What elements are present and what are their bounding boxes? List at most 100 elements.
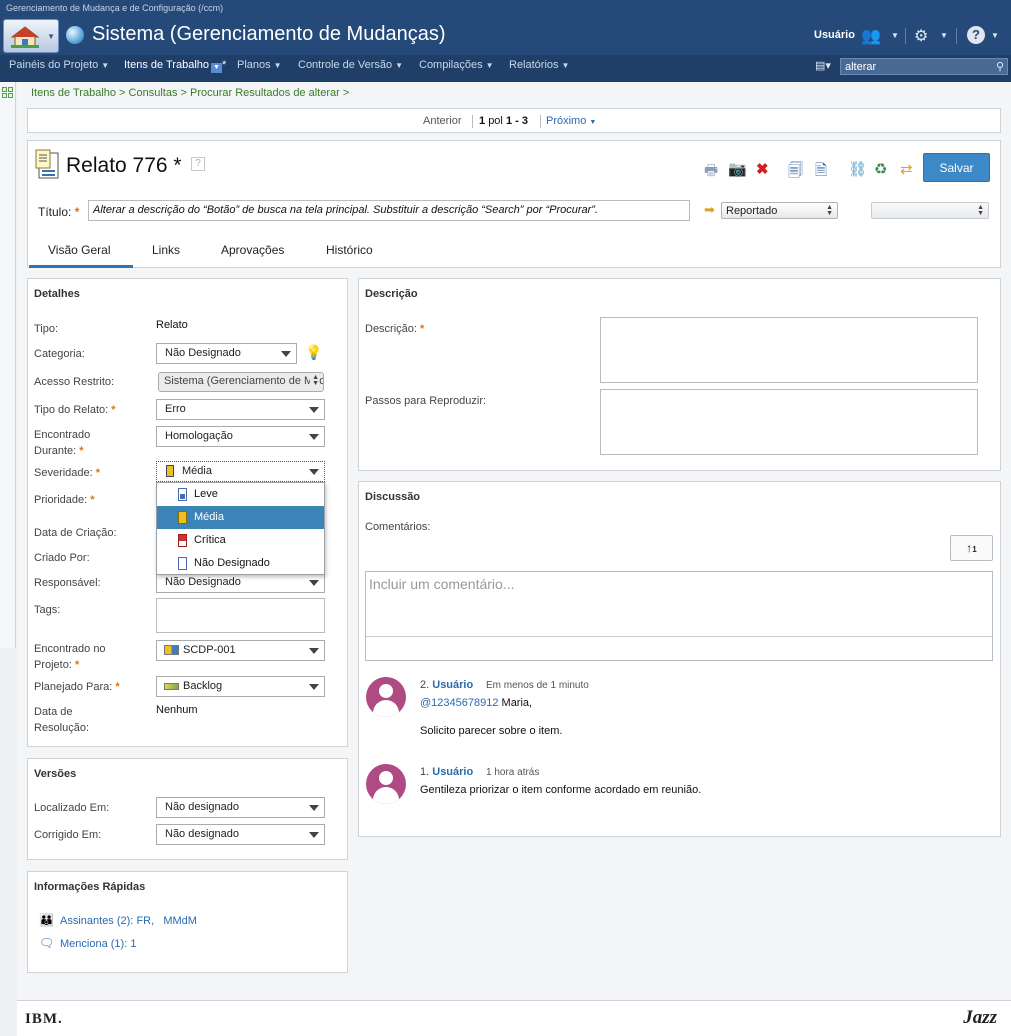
severity-option-nao-designado[interactable]: Não Designado [157, 552, 324, 575]
search-icon[interactable]: ⚲ [996, 60, 1004, 73]
find-icon[interactable]: 🗐 [788, 160, 803, 185]
chevron-down-icon [309, 407, 319, 413]
tab-links[interactable]: Links [152, 243, 180, 257]
jazz-logo: Jazz [963, 1007, 997, 1028]
field-label: Localizado Em: [34, 802, 110, 814]
copy-icon[interactable]: 🗎 [815, 160, 827, 185]
found-in-select[interactable]: Não designado [156, 797, 325, 818]
user-menu-label[interactable]: Usuário [814, 29, 855, 41]
users-icon[interactable]: 👥 [861, 26, 881, 46]
restricted-access-select[interactable]: Sistema (Gerenciamento de Mudanças)▲▼ [158, 372, 324, 392]
nav-item-itens-trabalho[interactable]: Itens de Trabalho ▼ * [124, 59, 226, 73]
pager-next[interactable]: Próximo ▼ [546, 115, 596, 127]
comment-input[interactable]: Incluir um comentário... [365, 571, 993, 661]
chevron-down-icon: ▼ [395, 61, 404, 70]
comment-author[interactable]: Usuário [432, 766, 473, 778]
chevron-down-icon: ▼ [589, 119, 597, 126]
report-type-select[interactable]: Erro [156, 399, 325, 420]
title-field[interactable]: Alterar a descrição do “Botão” de busca … [88, 200, 690, 221]
title-label-text: Título: [38, 205, 72, 219]
tab-aprovacoes[interactable]: Aprovações [221, 243, 284, 257]
breadcrumb[interactable]: Itens de Trabalho > Consultas > Procurar… [31, 87, 349, 99]
sort-comments-button[interactable]: ↑1 [950, 535, 993, 561]
home-menu-button[interactable]: ▼ [3, 19, 59, 53]
planned-for-select[interactable]: Backlog [156, 676, 325, 697]
field-label: Criado Por: [34, 552, 90, 564]
comment-placeholder: Incluir um comentário... [369, 576, 515, 592]
option-label: Leve [194, 488, 218, 500]
field-label: Planejado Para: * [34, 679, 120, 695]
field-label: Prioridade: * [34, 492, 95, 508]
title-label: Título: * [38, 205, 79, 219]
chevron-down-icon[interactable]: ▼ [211, 63, 223, 73]
found-during-select[interactable]: Homologação [156, 426, 325, 447]
state-value: Reportado [726, 205, 778, 217]
severity-medium-icon [178, 511, 187, 524]
select-value: Não designado [165, 828, 240, 840]
nav-item-controle-versao[interactable]: Controle de Versão ▼ [298, 59, 403, 71]
save-button[interactable]: Salvar [923, 153, 990, 182]
category-lightbulb-icon[interactable]: 💡 [305, 344, 322, 361]
action-select[interactable]: ▲ ▼ [871, 202, 989, 219]
divider [366, 636, 992, 637]
severity-dropdown-list: Leve Média Crítica Não Designado [156, 482, 325, 575]
tab-historico[interactable]: Histórico [326, 243, 373, 257]
field-label-text: Tipo do Relato: [34, 404, 109, 416]
search-input[interactable] [843, 59, 983, 74]
tags-input[interactable] [156, 598, 325, 633]
state-select[interactable]: Reportado ▲ ▼ [721, 202, 838, 219]
nav-item-label: Controle de Versão [298, 59, 393, 71]
nav-item-paineis[interactable]: Painéis do Projeto ▼ [9, 59, 109, 71]
severity-select[interactable]: Média [156, 461, 325, 482]
found-in-project-select[interactable]: SCDP-001 [156, 640, 325, 661]
required-marker: * [111, 404, 116, 416]
home-icon [10, 26, 40, 48]
field-label: Corrigido Em: [34, 829, 102, 841]
chevron-down-icon [309, 469, 319, 475]
category-select[interactable]: Não Designado [156, 343, 297, 364]
help-icon[interactable]: ? [967, 26, 985, 44]
print-icon[interactable]: 🖶 [704, 160, 718, 185]
chevron-down-icon[interactable]: ▼ [940, 31, 948, 40]
nav-item-relatorios[interactable]: Relatórios ▼ [509, 59, 569, 71]
description-input[interactable] [600, 317, 978, 383]
subscribers-link[interactable]: Assinantes (2): FR, MMdM [60, 915, 197, 927]
severity-option-media[interactable]: Média [157, 506, 324, 529]
section-title: Discussão [365, 491, 421, 503]
field-label: Categoria: [34, 348, 85, 360]
select-value: Média [182, 465, 212, 477]
gear-icon[interactable]: ⚙ [914, 26, 928, 46]
comment-author[interactable]: Usuário [432, 679, 473, 691]
chevron-down-icon[interactable]: ▼ [891, 31, 899, 40]
nav-item-compilacoes[interactable]: Compilações ▼ [419, 59, 494, 71]
comment-number: 2. [420, 679, 430, 691]
refresh-icon[interactable]: ♻ [874, 160, 887, 178]
subscriber-name[interactable]: FR, [136, 915, 154, 927]
mention-link[interactable]: @12345678912 [420, 697, 498, 709]
required-marker: * [79, 445, 84, 457]
comment-number: 1. [420, 766, 430, 778]
chevron-down-icon[interactable]: ▼ [991, 31, 999, 40]
steps-to-reproduce-input[interactable] [600, 389, 978, 455]
help-icon[interactable]: ? [191, 157, 205, 171]
sync-icon[interactable]: ⇄ [900, 160, 913, 178]
mini-dashboard-icon[interactable] [2, 87, 14, 99]
fixed-in-select[interactable]: Não designado [156, 824, 325, 845]
camera-icon[interactable]: 📷 [728, 160, 747, 178]
severity-option-critica[interactable]: Crítica [157, 529, 324, 552]
severity-option-leve[interactable]: Leve [157, 483, 324, 506]
mentions-label: Menciona (1): [60, 938, 128, 950]
select-value: Backlog [183, 680, 223, 692]
mentions-link[interactable]: Menciona (1): 1 [60, 938, 136, 950]
field-label-text: Encontrado [34, 429, 91, 441]
nav-item-planos[interactable]: Planos ▼ [237, 59, 282, 71]
field-label: Passos para Reproduzir: [365, 395, 487, 407]
delete-icon[interactable]: ✖ [756, 160, 769, 178]
link-icon[interactable]: ⛓ [848, 160, 867, 178]
subscriber-name[interactable]: MMdM [163, 915, 197, 927]
owner-select[interactable]: Não Designado [156, 572, 325, 593]
search-scope-icon[interactable]: ▤▾ [815, 59, 831, 72]
pager-previous[interactable]: Anterior [423, 115, 462, 127]
tab-visao-geral[interactable]: Visão Geral [48, 243, 110, 257]
spinner-arrows-icon: ▲ ▼ [826, 204, 833, 217]
